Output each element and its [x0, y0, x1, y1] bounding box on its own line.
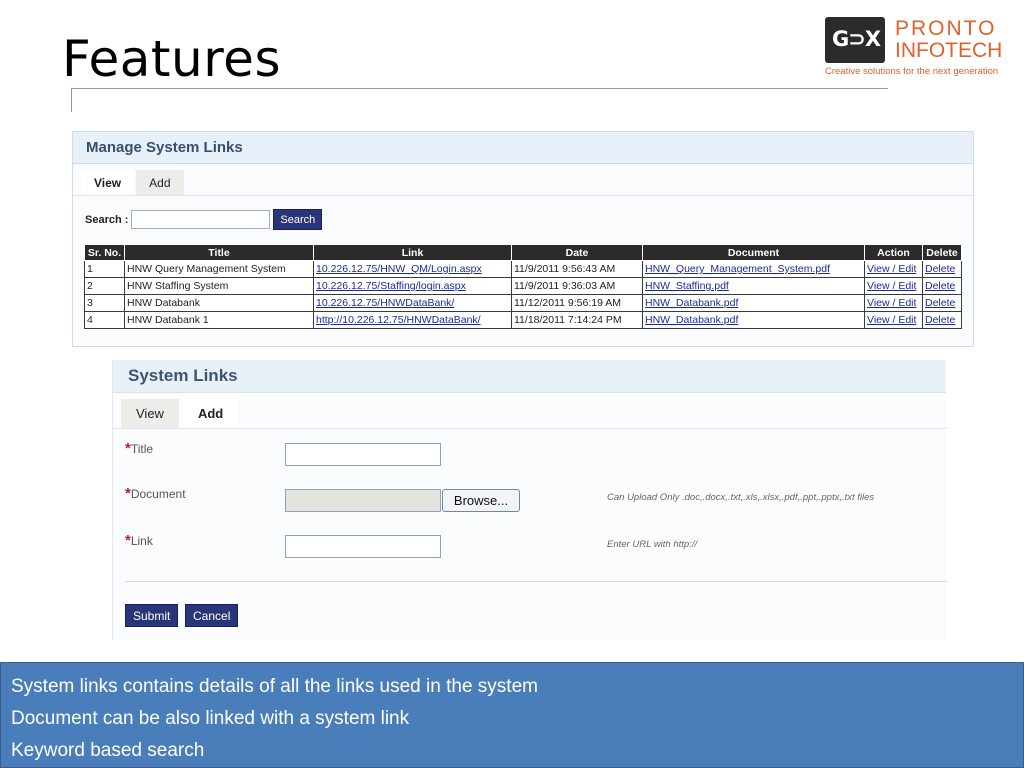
- cell-document-link[interactable]: HNW_Query_Management_System.pdf: [642, 260, 865, 278]
- title-label-text: Title: [130, 442, 154, 456]
- column-header-document: Document: [642, 244, 865, 261]
- manage-tabs: View Add: [81, 170, 186, 196]
- search-button[interactable]: Search: [273, 209, 323, 230]
- tab-view[interactable]: View: [81, 170, 135, 196]
- cell-link[interactable]: 10.226.12.75/HNWDataBank/: [313, 294, 512, 312]
- title-rule-horizontal: [71, 88, 888, 89]
- browse-button[interactable]: Browse...: [442, 489, 520, 512]
- column-header-link: Link: [313, 244, 512, 261]
- search-label: Search :: [85, 213, 129, 226]
- cell-date: 11/18/2011 7:14:24 PM: [511, 311, 643, 329]
- cell-document-link[interactable]: HNW_Databank.pdf: [642, 294, 865, 312]
- delete-link[interactable]: Delete: [922, 311, 962, 329]
- document-hint: Can Upload Only .doc,.docx,.txt,.xls,.xl…: [607, 492, 875, 503]
- logo-name-line1: PRONTO: [895, 17, 997, 40]
- tab-add[interactable]: Add: [182, 399, 239, 429]
- slide: Features G⊃X PRONTO INFOTECH Creative so…: [0, 0, 1024, 768]
- cell-date: 11/9/2011 9:56:43 AM: [511, 260, 643, 278]
- document-label: *Document: [125, 485, 186, 502]
- cell-link[interactable]: 10.226.12.75/HNW_QM/Login.aspx: [313, 260, 512, 278]
- column-header-date: Date: [511, 244, 643, 261]
- delete-link[interactable]: Delete: [922, 260, 962, 278]
- title-rule-vertical: [71, 88, 72, 112]
- cell-document-link[interactable]: HNW_Databank.pdf: [642, 311, 865, 329]
- link-input[interactable]: [285, 535, 441, 558]
- logo-glyph: G⊃X: [832, 27, 881, 51]
- cell-sr: 4: [84, 311, 125, 329]
- logo-tagline: Creative solutions for the next generati…: [825, 66, 999, 77]
- cell-title: HNW Staffing System: [124, 277, 314, 295]
- column-header-action: Action: [864, 244, 923, 261]
- submit-button[interactable]: Submit: [125, 604, 179, 627]
- panel-heading: Manage System Links: [73, 132, 973, 164]
- note-item: Document can be also linked with a syste…: [11, 708, 410, 729]
- cell-title: HNW Query Management System: [124, 260, 314, 278]
- document-label-text: Document: [130, 487, 186, 501]
- cell-title: HNW Databank: [124, 294, 314, 312]
- column-header-title: Title: [124, 244, 314, 261]
- cell-sr: 2: [84, 277, 125, 295]
- link-label-text: Link: [130, 534, 153, 548]
- table-row: 4 HNW Databank 1 http://10.226.12.75/HNW…: [84, 311, 962, 329]
- cell-sr: 3: [84, 294, 125, 312]
- cell-title: HNW Databank 1: [124, 311, 314, 329]
- view-edit-link[interactable]: View / Edit: [864, 260, 923, 278]
- link-label: *Link: [125, 532, 153, 549]
- table-row: 2 HNW Staffing System 10.226.12.75/Staff…: [84, 277, 962, 295]
- note-item: System links contains details of all the…: [11, 676, 538, 697]
- tabs-divider: [73, 195, 973, 196]
- panel-heading: System Links: [113, 360, 946, 393]
- view-edit-link[interactable]: View / Edit: [864, 311, 923, 329]
- cancel-button[interactable]: Cancel: [185, 604, 239, 627]
- tabs-divider: [113, 428, 947, 429]
- cell-date: 11/9/2011 9:36:03 AM: [511, 277, 643, 295]
- tab-view[interactable]: View: [121, 399, 179, 429]
- system-links-table: Sr. No. Title Link Date Document Action …: [84, 244, 962, 329]
- column-header-delete: Delete: [922, 244, 962, 261]
- cell-document-link[interactable]: HNW_Staffing.pdf: [642, 277, 865, 295]
- view-edit-link[interactable]: View / Edit: [864, 294, 923, 312]
- delete-link[interactable]: Delete: [922, 277, 962, 295]
- table-row: 3 HNW Databank 10.226.12.75/HNWDataBank/…: [84, 294, 962, 312]
- search-row: Search : Search: [85, 209, 323, 230]
- cell-sr: 1: [84, 260, 125, 278]
- document-file-input[interactable]: [285, 489, 441, 512]
- delete-link[interactable]: Delete: [922, 294, 962, 312]
- table-header-row: Sr. No. Title Link Date Document Action …: [84, 244, 962, 261]
- company-logo: G⊃X PRONTO INFOTECH Creative solutions f…: [825, 15, 1005, 83]
- view-edit-link[interactable]: View / Edit: [864, 277, 923, 295]
- logo-mark-icon: G⊃X: [825, 17, 885, 63]
- note-item: Keyword based search: [11, 740, 205, 761]
- add-panel-tabs: View Add: [121, 399, 242, 429]
- form-divider: [125, 581, 947, 582]
- cell-link[interactable]: http://10.226.12.75/HNWDataBank/: [313, 311, 512, 329]
- title-label: *Title: [125, 440, 153, 457]
- link-hint: Enter URL with http://: [607, 539, 698, 550]
- table-row: 1 HNW Query Management System 10.226.12.…: [84, 260, 962, 278]
- search-input[interactable]: [131, 210, 271, 229]
- feature-notes-box: System links contains details of all the…: [0, 662, 1024, 768]
- slide-title: Features: [62, 30, 281, 88]
- logo-name-line2: INFOTECH: [895, 39, 1003, 62]
- tab-add[interactable]: Add: [136, 170, 184, 196]
- system-links-add-panel: System Links View Add *Title *Document B…: [112, 360, 947, 640]
- cell-link[interactable]: 10.226.12.75/Staffing/login.aspx: [313, 277, 512, 295]
- cell-date: 11/12/2011 9:56:19 AM: [511, 294, 643, 312]
- title-input[interactable]: [285, 443, 441, 466]
- column-header-sr: Sr. No.: [84, 244, 125, 261]
- manage-system-links-panel: Manage System Links View Add Search : Se…: [72, 131, 974, 347]
